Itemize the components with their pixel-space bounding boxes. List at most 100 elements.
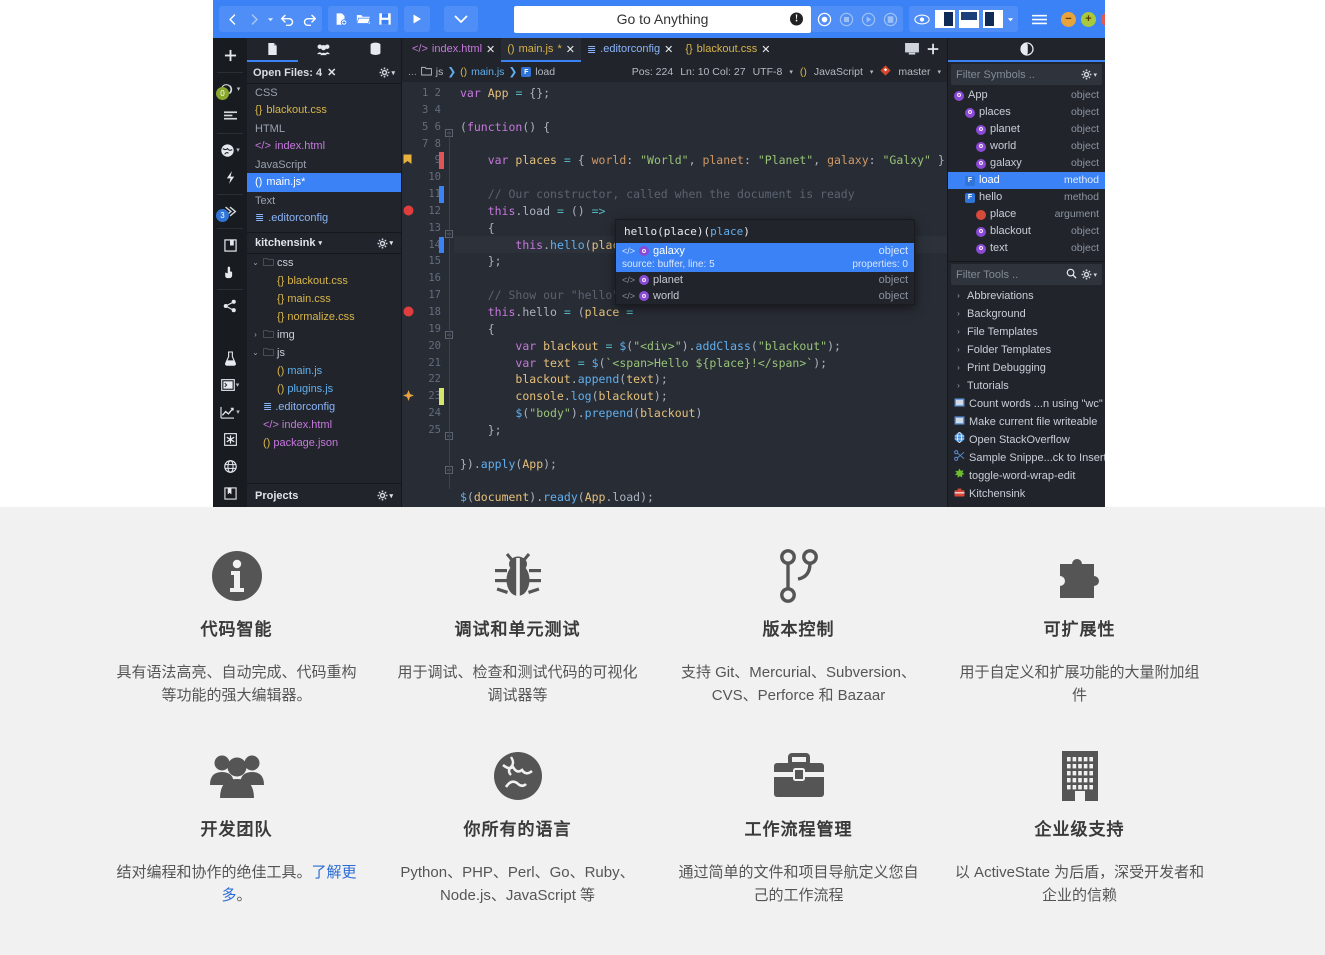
breakpoint-marker[interactable]	[403, 304, 414, 322]
chevron-down-icon[interactable]: ▾	[789, 68, 793, 76]
chevron-down-icon[interactable]: ▾	[236, 408, 240, 416]
symbol-row[interactable]: o world object	[948, 138, 1105, 155]
symbols-filter-input[interactable]: Filter Symbols .. ▾	[951, 64, 1102, 85]
globe-icon[interactable]	[215, 453, 245, 479]
tool-row[interactable]: Kitchensink	[948, 485, 1105, 503]
tool-row[interactable]: › Abbreviations	[948, 287, 1105, 305]
minimize-button[interactable]: −	[1061, 11, 1076, 27]
breadcrumb-symbol[interactable]: load	[535, 66, 555, 78]
tool-row[interactable]: Open StackOverflow	[948, 431, 1105, 449]
symbol-row[interactable]: o galaxy object	[948, 155, 1105, 172]
breadcrumb-js-folder[interactable]: js	[436, 66, 444, 78]
book-icon[interactable]	[215, 480, 245, 506]
add-icon[interactable]	[215, 42, 245, 68]
open-file-item[interactable]: {} blackout.css	[247, 101, 401, 120]
symbol-row[interactable]: o places object	[948, 104, 1105, 121]
tools-filter-input[interactable]: Filter Tools .. ▾	[951, 264, 1102, 285]
breadcrumb-ellipsis[interactable]: ...	[408, 66, 417, 78]
chart-line-icon[interactable]: ▾	[215, 399, 245, 425]
tool-row[interactable]: Sample Snippe...ck to Insert	[948, 449, 1105, 467]
change-marker[interactable]	[403, 388, 414, 406]
snowflake-icon[interactable]	[215, 426, 245, 452]
project-tree-item[interactable]: () plugins.js	[247, 380, 401, 398]
layout-dropdown-icon[interactable]	[1005, 7, 1016, 31]
chevron-down-icon[interactable]	[446, 7, 476, 31]
editor-tab[interactable]: {} blackout.css ✕	[679, 38, 776, 62]
chevron-down-icon[interactable]: ▾	[937, 68, 941, 76]
collaboration-icon[interactable]: 3	[215, 198, 245, 224]
tool-row[interactable]: › Print Debugging	[948, 359, 1105, 377]
tool-row[interactable]: Make current file writeable	[948, 413, 1105, 431]
tree-twisty-icon[interactable]: ⌄	[251, 255, 260, 271]
search-icon[interactable]	[1066, 268, 1078, 282]
symbol-row[interactable]: Fload method	[948, 172, 1105, 189]
record-icon[interactable]	[813, 7, 835, 31]
autocomplete-item[interactable]: </> o galaxy object	[616, 243, 914, 259]
redo-icon[interactable]	[298, 7, 320, 31]
lightning-icon[interactable]	[215, 164, 245, 190]
menu-hamburger-icon[interactable]	[1028, 7, 1050, 31]
forward-icon[interactable]	[243, 7, 265, 31]
open-files-settings-icon[interactable]: ▾	[379, 67, 395, 78]
project-tree-item[interactable]: › 🗀 img	[247, 326, 401, 344]
tree-twisty-icon[interactable]: ›	[954, 306, 963, 322]
save-icon[interactable]	[374, 7, 396, 31]
notifications-icon[interactable]: 0 ▾	[215, 76, 245, 102]
tool-row[interactable]: Count words ...n using "wc"	[948, 395, 1105, 413]
symbol-row[interactable]: Fhello method	[948, 189, 1105, 206]
project-tree-item[interactable]: {} blackout.css	[247, 272, 401, 290]
autocomplete-popup[interactable]: hello(place)(place) </> o galaxy object sourc…	[615, 219, 915, 305]
symbols-settings-icon[interactable]: ▾	[1081, 69, 1097, 80]
test-tube-icon[interactable]	[215, 345, 245, 371]
tree-twisty-icon[interactable]: ›	[954, 288, 963, 304]
macro-list-icon[interactable]	[879, 7, 901, 31]
autocomplete-item[interactable]: </> o world object	[616, 288, 914, 304]
undo-icon[interactable]	[276, 7, 298, 31]
project-tree-item[interactable]: ⌄ 🗀 css	[247, 254, 401, 272]
play-macro-icon[interactable]	[857, 7, 879, 31]
new-file-icon[interactable]	[330, 7, 352, 31]
tab-collaboration[interactable]	[298, 38, 349, 62]
open-file-item[interactable]: </> index.html	[247, 137, 401, 156]
project-tree-item[interactable]: ≣ .editorconfig	[247, 398, 401, 416]
project-tree-item[interactable]: () main.js	[247, 362, 401, 380]
nav-dropdown-icon[interactable]	[265, 7, 276, 31]
new-tab-icon[interactable]	[927, 43, 939, 58]
tab-close-icon[interactable]: ✕	[486, 43, 495, 56]
status-encoding[interactable]: UTF-8	[753, 66, 783, 78]
status-language[interactable]: JavaScript	[814, 66, 863, 78]
chevron-down-icon[interactable]: ▾	[236, 146, 240, 154]
preview-browser-icon[interactable]: ▾	[215, 137, 245, 163]
tool-row[interactable]: toggle-word-wrap-edit	[948, 467, 1105, 485]
tree-twisty-icon[interactable]: ›	[954, 360, 963, 376]
project-settings-icon[interactable]: ▾	[377, 238, 393, 249]
editor-tab[interactable]: ≣ .editorconfig ✕	[581, 38, 679, 62]
tools-settings-icon[interactable]: ▾	[1081, 269, 1097, 280]
project-section-header[interactable]: kitchensink ▾ ▾	[247, 232, 401, 254]
hand-pointer-icon[interactable]	[215, 259, 245, 285]
symbol-row[interactable]: o blackout object	[948, 223, 1105, 240]
run-icon[interactable]	[406, 7, 428, 31]
eye-icon[interactable]	[911, 7, 933, 31]
back-icon[interactable]	[221, 7, 243, 31]
fold-column[interactable]	[444, 82, 454, 507]
split-view-icon[interactable]	[905, 42, 919, 58]
tree-twisty-icon[interactable]: ›	[954, 342, 963, 358]
projects-settings-icon[interactable]: ▾	[377, 490, 393, 501]
tab-close-icon[interactable]: ✕	[566, 43, 575, 56]
bookmark-marker[interactable]	[403, 152, 412, 170]
breadcrumb-file[interactable]: main.js	[471, 66, 504, 78]
symbol-row[interactable]: o planet object	[948, 121, 1105, 138]
tab-database[interactable]	[350, 38, 401, 62]
open-file-item[interactable]: () main.js*	[247, 173, 401, 192]
go-to-anything-input[interactable]: Go to Anything !	[514, 5, 811, 33]
terminal-icon[interactable]: ▾	[215, 372, 245, 398]
log-list-icon[interactable]	[215, 103, 245, 129]
project-tree-item[interactable]: {} normalize.css	[247, 308, 401, 326]
breakpoint-marker[interactable]	[403, 203, 414, 221]
tree-twisty-icon[interactable]: ⌄	[251, 345, 260, 361]
autocomplete-item[interactable]: </> o planet object	[616, 272, 914, 288]
tool-row[interactable]: › Background	[948, 305, 1105, 323]
tree-twisty-icon[interactable]: ›	[954, 378, 963, 394]
open-folder-icon[interactable]	[352, 7, 374, 31]
